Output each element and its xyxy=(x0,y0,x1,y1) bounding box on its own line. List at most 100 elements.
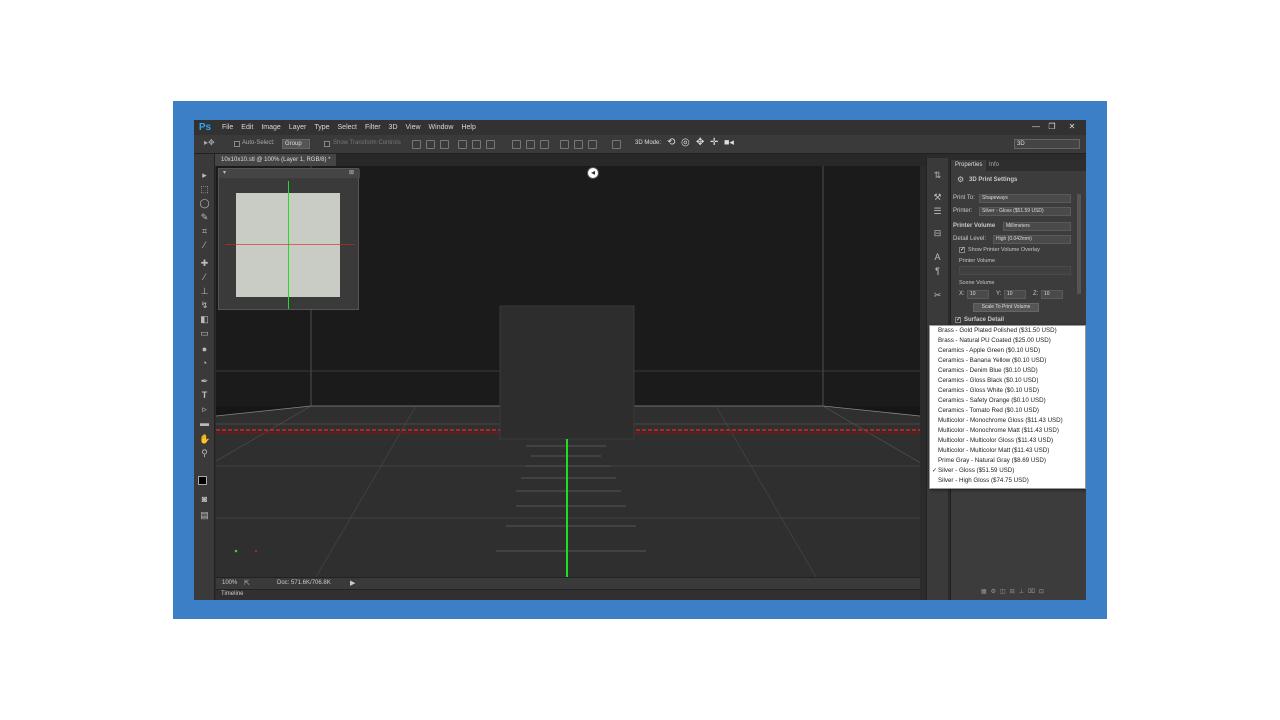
distribute-middle-icon[interactable] xyxy=(526,140,535,149)
brush-tool-icon[interactable]: ⁄ xyxy=(199,272,210,283)
status-menu-arrow-icon[interactable]: ▶ xyxy=(350,579,355,587)
material-option[interactable]: Multicolor - Multicolor Gloss ($11.43 US… xyxy=(930,436,1085,446)
blur-tool-icon[interactable]: ● xyxy=(199,344,210,355)
healing-brush-tool-icon[interactable]: ✚ xyxy=(199,258,210,269)
material-option[interactable]: Ceramics - Safety Orange ($0.10 USD) xyxy=(930,396,1085,406)
move-tool-icon[interactable]: ▸ xyxy=(199,170,210,181)
eyedropper-tool-icon[interactable]: ⁄ xyxy=(199,240,210,251)
rectangle-tool-icon[interactable]: ▬ xyxy=(199,418,210,429)
screen-mode-icon[interactable]: ▤ xyxy=(199,510,210,521)
menu-edit[interactable]: Edit xyxy=(241,124,253,131)
tab-info[interactable]: Info xyxy=(985,160,1003,171)
material-option[interactable]: Silver - High Gloss ($74.75 USD) xyxy=(930,476,1085,486)
distribute-right-icon[interactable] xyxy=(588,140,597,149)
zoom-level[interactable]: 100% xyxy=(222,580,237,586)
crop-tool-icon[interactable]: ⌗ xyxy=(199,226,210,237)
x-input[interactable]: 10 xyxy=(967,290,989,299)
align-top-icon[interactable] xyxy=(412,140,421,149)
quick-mask-icon[interactable]: ◙ xyxy=(199,494,210,505)
lasso-tool-icon[interactable]: ◯ xyxy=(199,198,210,209)
menu-select[interactable]: Select xyxy=(338,124,357,131)
move-tool-icon[interactable]: ▸✥ xyxy=(204,138,215,147)
adjustments-panel-icon[interactable]: ☰ xyxy=(932,206,943,217)
align-right-icon[interactable] xyxy=(486,140,495,149)
material-option[interactable]: Ceramics - Apple Green ($0.10 USD) xyxy=(930,346,1085,356)
printer-dropdown[interactable]: Silver - Gloss ($51.59 USD) xyxy=(979,207,1071,216)
restore-button[interactable]: ❐ xyxy=(1044,121,1060,133)
camera-3d-icon[interactable]: ■◂ xyxy=(724,137,734,148)
secondary-view-panel[interactable]: ▾ ⊠ xyxy=(218,168,360,310)
material-option[interactable]: Prime Gray - Natural Gray ($8.69 USD) xyxy=(930,456,1085,466)
material-option[interactable]: Multicolor - Multicolor Matt ($11.43 USD… xyxy=(930,446,1085,456)
tool-presets-icon[interactable]: ✂ xyxy=(932,290,943,301)
detail-level-dropdown[interactable]: High (0.042mm) xyxy=(993,235,1071,244)
pen-tool-icon[interactable]: ✒ xyxy=(199,376,210,387)
show-overlay-checkbox[interactable]: ✓ xyxy=(959,247,965,253)
type-tool-icon[interactable]: T xyxy=(199,390,210,401)
material-dropdown-list[interactable]: Brass - Gold Plated Polished ($31.50 USD… xyxy=(929,325,1086,489)
material-option[interactable]: Brass - Natural PU Coated ($25.00 USD) xyxy=(930,336,1085,346)
align-bottom-icon[interactable] xyxy=(440,140,449,149)
align-center-icon[interactable] xyxy=(472,140,481,149)
slide-3d-icon[interactable]: ✛ xyxy=(710,137,718,148)
distribute-bottom-icon[interactable] xyxy=(540,140,549,149)
document-tab[interactable]: 10x10x10.stl @ 100% (Layer 1, RGB/8) * xyxy=(215,154,337,166)
distribute-left-icon[interactable] xyxy=(560,140,569,149)
drag-3d-icon[interactable]: ✥ xyxy=(696,137,704,148)
material-option[interactable]: Ceramics - Tomato Red ($0.10 USD) xyxy=(930,406,1085,416)
close-view-icon[interactable]: ⊠ xyxy=(349,169,354,176)
3d-canvas[interactable]: ▾ ⊠ xyxy=(216,166,920,577)
align-middle-icon[interactable] xyxy=(426,140,435,149)
menu-filter[interactable]: Filter xyxy=(365,124,381,131)
history-brush-tool-icon[interactable]: ↯ xyxy=(199,300,210,311)
show-transform-checkbox[interactable] xyxy=(324,141,330,147)
distribute-top-icon[interactable] xyxy=(512,140,521,149)
tab-properties[interactable]: Properties xyxy=(951,160,987,171)
minimize-button[interactable]: — xyxy=(1028,121,1044,133)
material-option[interactable]: Multicolor - Monochrome Gloss ($11.43 US… xyxy=(930,416,1085,426)
menu-image[interactable]: Image xyxy=(261,124,280,131)
material-option[interactable]: Brass - Gold Plated Polished ($31.50 USD… xyxy=(930,326,1085,336)
surface-detail-checkbox[interactable]: ✓ xyxy=(955,317,961,323)
auto-select-checkbox[interactable] xyxy=(234,141,240,147)
quick-select-tool-icon[interactable]: ✎ xyxy=(199,212,210,223)
distribute-center-icon[interactable] xyxy=(574,140,583,149)
hand-tool-icon[interactable]: ✋ xyxy=(199,434,210,445)
foreground-color-swatch[interactable] xyxy=(198,476,207,485)
scale-to-print-volume-button[interactable]: Scale To Print Volume xyxy=(973,303,1039,312)
workspace-selector[interactable]: 3D xyxy=(1014,139,1080,149)
auto-align-icon[interactable] xyxy=(612,140,621,149)
history-panel-icon[interactable]: ⇅ xyxy=(932,170,943,181)
character-panel-icon[interactable]: A xyxy=(932,252,943,263)
orbit-3d-icon[interactable]: ⟲ xyxy=(667,137,675,148)
clone-stamp-tool-icon[interactable]: ⊥ xyxy=(199,286,210,297)
menu-type[interactable]: Type xyxy=(314,124,329,131)
timeline-tab[interactable]: Timeline xyxy=(221,591,243,597)
view-menu-icon[interactable]: ▾ xyxy=(223,169,226,176)
material-option-selected[interactable]: ✓ Silver - Gloss ($51.59 USD) xyxy=(930,466,1085,476)
material-option[interactable]: Ceramics - Denim Blue ($0.10 USD) xyxy=(930,366,1085,376)
layers-panel-icon[interactable]: ⊟ xyxy=(932,228,943,239)
z-input[interactable]: 10 xyxy=(1041,290,1063,299)
material-option[interactable]: Ceramics - Gloss White ($0.10 USD) xyxy=(930,386,1085,396)
material-option[interactable]: Multicolor - Monochrome Matt ($11.43 USD… xyxy=(930,426,1085,436)
3d-panel-icon[interactable]: ⚒ xyxy=(932,192,943,203)
3d-cube-object[interactable] xyxy=(499,305,635,440)
panel-footer-icons[interactable]: ▦⚙◫⊟⊥⌧⊡ xyxy=(981,588,1081,598)
close-button[interactable]: ✕ xyxy=(1064,121,1080,133)
menu-window[interactable]: Window xyxy=(429,124,454,131)
units-dropdown[interactable]: Millimeters xyxy=(1003,222,1071,231)
marquee-tool-icon[interactable]: ⬚ xyxy=(199,184,210,195)
gradient-tool-icon[interactable]: ▭ xyxy=(199,328,210,339)
panel-scrollbar[interactable] xyxy=(1077,194,1081,294)
path-select-tool-icon[interactable]: ▹ xyxy=(199,404,210,415)
material-option[interactable]: Ceramics - Banana Yellow ($0.10 USD) xyxy=(930,356,1085,366)
y-input[interactable]: 10 xyxy=(1004,290,1026,299)
dodge-tool-icon[interactable]: ◔ xyxy=(199,358,210,369)
menu-3d[interactable]: 3D xyxy=(389,124,398,131)
menu-layer[interactable]: Layer xyxy=(289,124,307,131)
export-icon[interactable]: ⇱ xyxy=(244,579,250,587)
menu-help[interactable]: Help xyxy=(461,124,475,131)
paragraph-panel-icon[interactable]: ¶ xyxy=(932,266,943,277)
menu-view[interactable]: View xyxy=(406,124,421,131)
